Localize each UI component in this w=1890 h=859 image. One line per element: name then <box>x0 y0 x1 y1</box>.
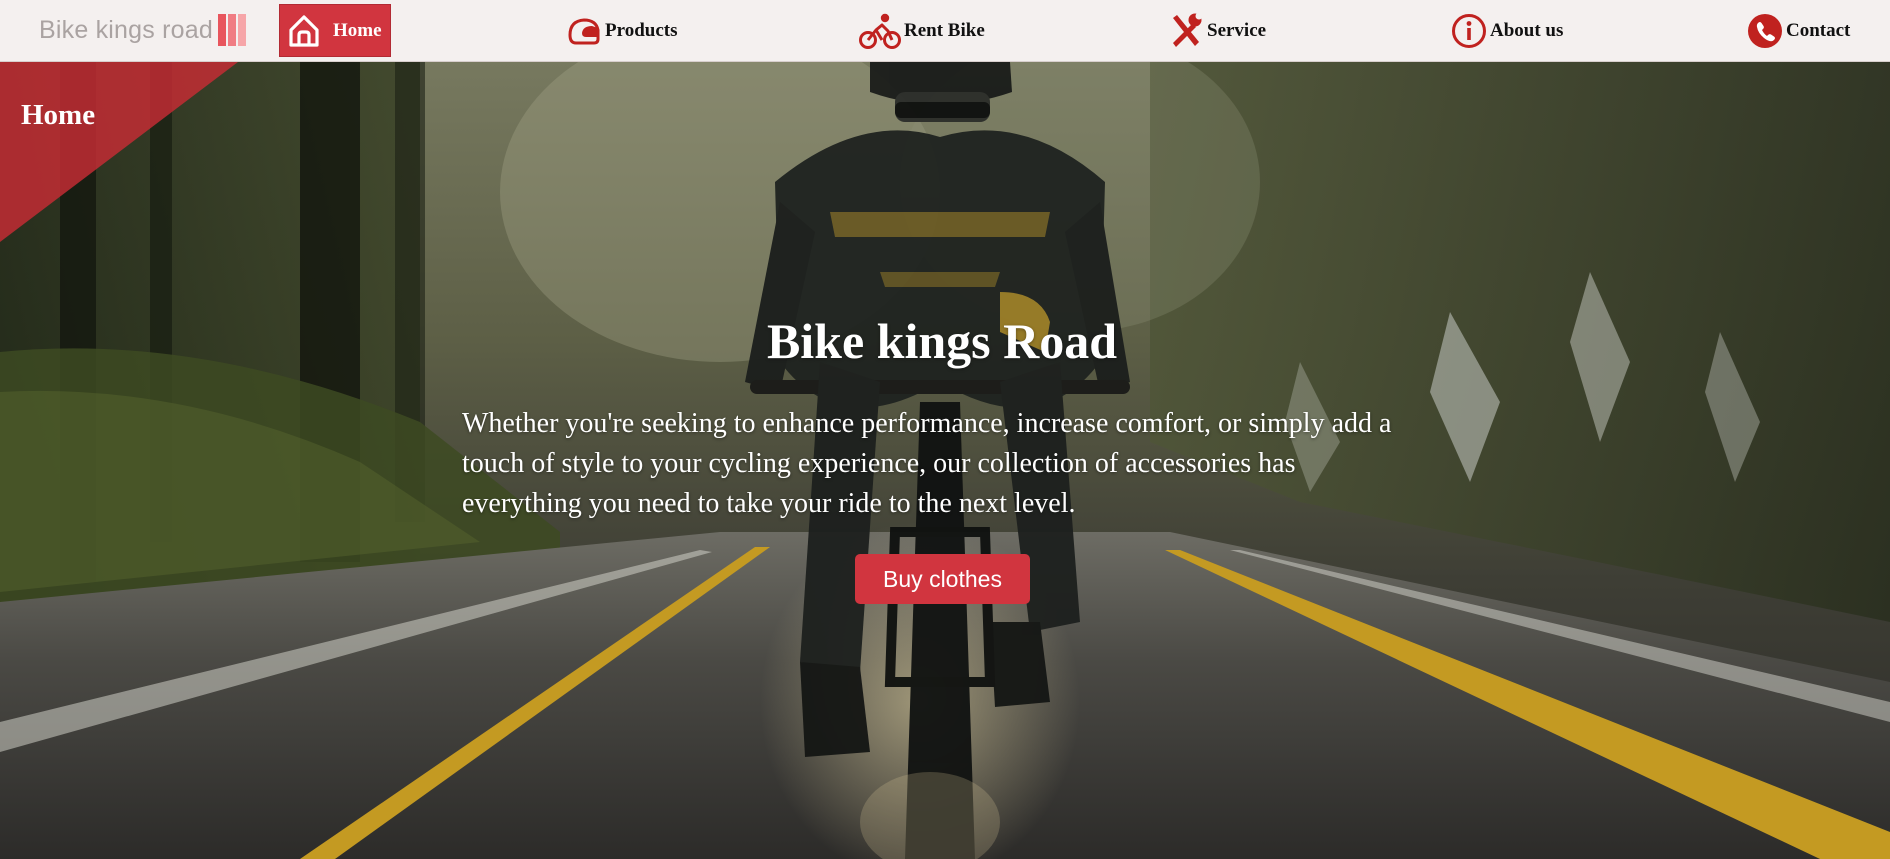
home-icon <box>287 13 321 49</box>
nav-item-service[interactable]: Service <box>1168 4 1266 57</box>
phone-icon <box>1747 13 1783 49</box>
brand-name: Bike kings road <box>39 15 213 44</box>
nav-item-home[interactable]: Home <box>279 4 391 57</box>
top-navbar: Bike kings road Home Products Rent Bike … <box>0 0 1890 62</box>
helmet-icon <box>566 15 602 47</box>
nav-label-rent-bike: Rent Bike <box>904 19 985 41</box>
tools-icon <box>1168 12 1204 50</box>
cyclist-icon <box>859 12 901 50</box>
nav-label-home: Home <box>333 19 382 41</box>
nav-item-about-us[interactable]: About us <box>1451 4 1563 57</box>
info-icon <box>1451 13 1487 49</box>
buy-clothes-button[interactable]: Buy clothes <box>855 554 1030 604</box>
hero-title: Bike kings Road <box>766 313 1118 369</box>
nav-label-service: Service <box>1207 19 1267 41</box>
corner-flag <box>0 62 238 242</box>
corner-page-label: Home <box>21 99 96 131</box>
hero-description: Whether you're seeking to enhance perfor… <box>462 408 1392 519</box>
nav-item-products[interactable]: Products <box>566 4 677 57</box>
brand[interactable]: Bike kings road <box>39 12 246 48</box>
nav-item-rent-bike[interactable]: Rent Bike <box>859 4 985 57</box>
nav-label-contact: Contact <box>1786 19 1851 41</box>
nav-item-contact[interactable]: Contact <box>1747 4 1850 57</box>
brand-logo-icon <box>217 14 246 46</box>
hero-section: Home Bike kings Road Whether you're seek… <box>0 62 1890 859</box>
nav-label-products: Products <box>605 19 678 41</box>
nav-label-about-us: About us <box>1490 19 1564 41</box>
